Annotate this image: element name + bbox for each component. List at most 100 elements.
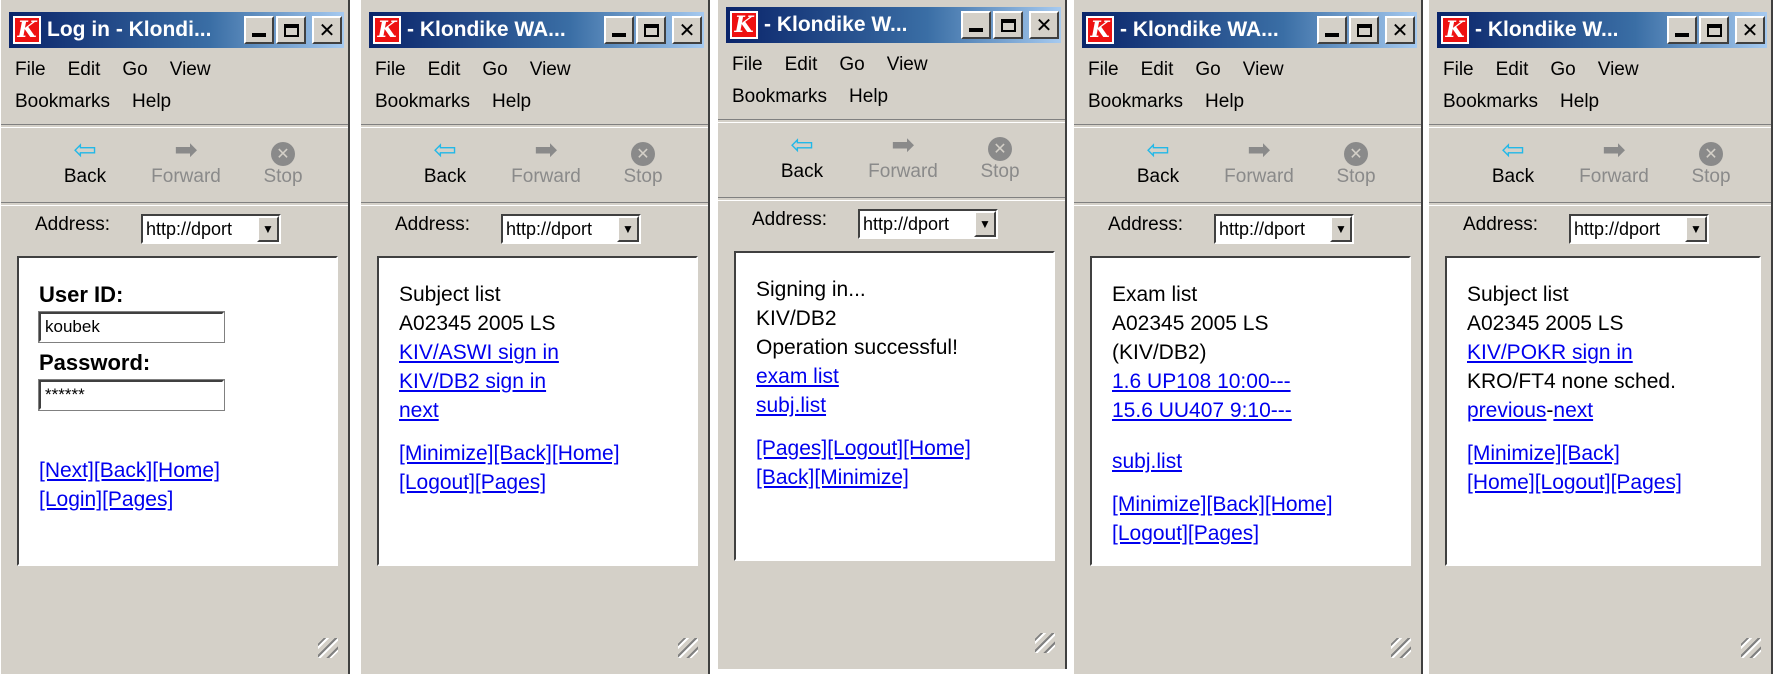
address-dropdown-button[interactable]: ▼	[617, 216, 639, 242]
menu-view[interactable]: View	[887, 54, 928, 76]
logout-link[interactable]: [Logout]	[1535, 471, 1611, 494]
home-link[interactable]: [Home]	[552, 442, 620, 465]
home-link[interactable]: [Home]	[903, 437, 971, 460]
menu-go[interactable]: Go	[122, 59, 147, 81]
subject-sign-in-link[interactable]: KIV/ASWI sign in	[399, 341, 559, 364]
minimize-link[interactable]: [Minimize]	[399, 442, 494, 465]
address-input[interactable]: http://dport	[143, 219, 257, 240]
user-id-field[interactable]: koubek	[38, 311, 225, 343]
minimize-button[interactable]	[1667, 16, 1697, 44]
address-combobox[interactable]: http://dport ▼	[141, 214, 281, 244]
home-link[interactable]: [Home]	[152, 459, 220, 482]
menu-help[interactable]: Help	[132, 91, 171, 113]
stop-button[interactable]: ✕ Stop	[613, 134, 673, 188]
menu-edit[interactable]: Edit	[68, 59, 101, 81]
forward-button[interactable]: ➡ Forward	[1214, 134, 1304, 188]
back-button[interactable]: ⇦ Back	[413, 134, 477, 188]
next-link[interactable]: [Next]	[39, 459, 94, 482]
back-button[interactable]: ⇦ Back	[770, 129, 834, 183]
menu-view[interactable]: View	[1598, 59, 1639, 81]
menu-help[interactable]: Help	[1560, 91, 1599, 113]
address-dropdown-button[interactable]: ▼	[974, 211, 996, 237]
address-dropdown-button[interactable]: ▼	[1330, 216, 1352, 242]
maximize-button[interactable]	[636, 16, 666, 44]
klondike-app-icon[interactable]: K	[1441, 16, 1469, 44]
menu-bookmarks[interactable]: Bookmarks	[375, 91, 470, 113]
pages-link[interactable]: [Pages]	[475, 471, 546, 494]
maximize-button[interactable]	[276, 16, 306, 44]
menu-bookmarks[interactable]: Bookmarks	[1088, 91, 1183, 113]
menu-go[interactable]: Go	[1550, 59, 1575, 81]
menu-go[interactable]: Go	[482, 59, 507, 81]
resize-grip-icon[interactable]	[318, 638, 338, 658]
pages-link[interactable]: [Pages]	[102, 488, 173, 511]
address-input[interactable]: http://dport	[860, 214, 974, 235]
address-input[interactable]: http://dport	[1571, 219, 1685, 240]
maximize-button[interactable]	[1699, 16, 1729, 44]
klondike-app-icon[interactable]: K	[13, 16, 41, 44]
resize-grip-icon[interactable]	[1741, 638, 1761, 658]
next-link[interactable]: next	[399, 399, 439, 422]
address-combobox[interactable]: http://dport ▼	[1569, 214, 1709, 244]
logout-link[interactable]: [Logout]	[827, 437, 903, 460]
maximize-button[interactable]	[993, 11, 1023, 39]
forward-button[interactable]: ➡ Forward	[1569, 134, 1659, 188]
close-button[interactable]: ✕	[672, 16, 702, 44]
back-link[interactable]: [Back]	[756, 466, 814, 489]
menu-bookmarks[interactable]: Bookmarks	[15, 91, 110, 113]
resize-grip-icon[interactable]	[1391, 638, 1411, 658]
menu-view[interactable]: View	[530, 59, 571, 81]
title-bar[interactable]: K - Klondike WA... ✕	[1082, 12, 1417, 48]
stop-button[interactable]: ✕ Stop	[253, 134, 313, 188]
minimize-link[interactable]: [Minimize]	[814, 466, 909, 489]
klondike-app-icon[interactable]: K	[730, 11, 758, 39]
address-combobox[interactable]: http://dport ▼	[1214, 214, 1354, 244]
address-combobox[interactable]: http://dport ▼	[501, 214, 641, 244]
home-link[interactable]: [Home]	[1467, 471, 1535, 494]
minimize-link[interactable]: [Minimize]	[1112, 493, 1207, 516]
password-field[interactable]: ******	[38, 379, 225, 411]
exam-list-link[interactable]: exam list	[756, 365, 839, 388]
back-button[interactable]: ⇦ Back	[53, 134, 117, 188]
subject-list-link[interactable]: subj.list	[1112, 450, 1182, 473]
back-button[interactable]: ⇦ Back	[1481, 134, 1545, 188]
subject-sign-in-link[interactable]: KIV/DB2 sign in	[399, 370, 546, 393]
address-input[interactable]: http://dport	[503, 219, 617, 240]
minimize-link[interactable]: [Minimize]	[1467, 442, 1562, 465]
resize-grip-icon[interactable]	[678, 638, 698, 658]
menu-view[interactable]: View	[170, 59, 211, 81]
klondike-app-icon[interactable]: K	[1086, 16, 1114, 44]
menu-edit[interactable]: Edit	[785, 54, 818, 76]
back-button[interactable]: ⇦ Back	[1126, 134, 1190, 188]
address-combobox[interactable]: http://dport ▼	[858, 209, 998, 239]
menu-help[interactable]: Help	[849, 86, 888, 108]
forward-button[interactable]: ➡ Forward	[141, 134, 231, 188]
menu-file[interactable]: File	[15, 59, 46, 81]
previous-link[interactable]: previous	[1467, 399, 1546, 422]
logout-link[interactable]: [Logout]	[399, 471, 475, 494]
pages-link[interactable]: [Pages]	[1188, 522, 1259, 545]
menu-edit[interactable]: Edit	[428, 59, 461, 81]
menu-edit[interactable]: Edit	[1141, 59, 1174, 81]
title-bar[interactable]: K - Klondike WA... ✕	[369, 12, 704, 48]
pages-link[interactable]: [Pages]	[756, 437, 827, 460]
menu-help[interactable]: Help	[1205, 91, 1244, 113]
menu-file[interactable]: File	[1443, 59, 1474, 81]
menu-edit[interactable]: Edit	[1496, 59, 1529, 81]
stop-button[interactable]: ✕ Stop	[1326, 134, 1386, 188]
login-link[interactable]: [Login]	[39, 488, 102, 511]
stop-button[interactable]: ✕ Stop	[970, 129, 1030, 183]
pages-link[interactable]: [Pages]	[1611, 471, 1682, 494]
title-bar[interactable]: K Log in - Klondi... ✕	[9, 12, 344, 48]
forward-button[interactable]: ➡ Forward	[501, 134, 591, 188]
subject-list-link[interactable]: subj.list	[756, 394, 826, 417]
menu-bookmarks[interactable]: Bookmarks	[1443, 91, 1538, 113]
minimize-button[interactable]	[244, 16, 274, 44]
close-button[interactable]: ✕	[312, 16, 342, 44]
address-input[interactable]: http://dport	[1216, 219, 1330, 240]
menu-bookmarks[interactable]: Bookmarks	[732, 86, 827, 108]
menu-help[interactable]: Help	[492, 91, 531, 113]
menu-go[interactable]: Go	[839, 54, 864, 76]
back-link[interactable]: [Back]	[1562, 442, 1620, 465]
address-dropdown-button[interactable]: ▼	[1685, 216, 1707, 242]
